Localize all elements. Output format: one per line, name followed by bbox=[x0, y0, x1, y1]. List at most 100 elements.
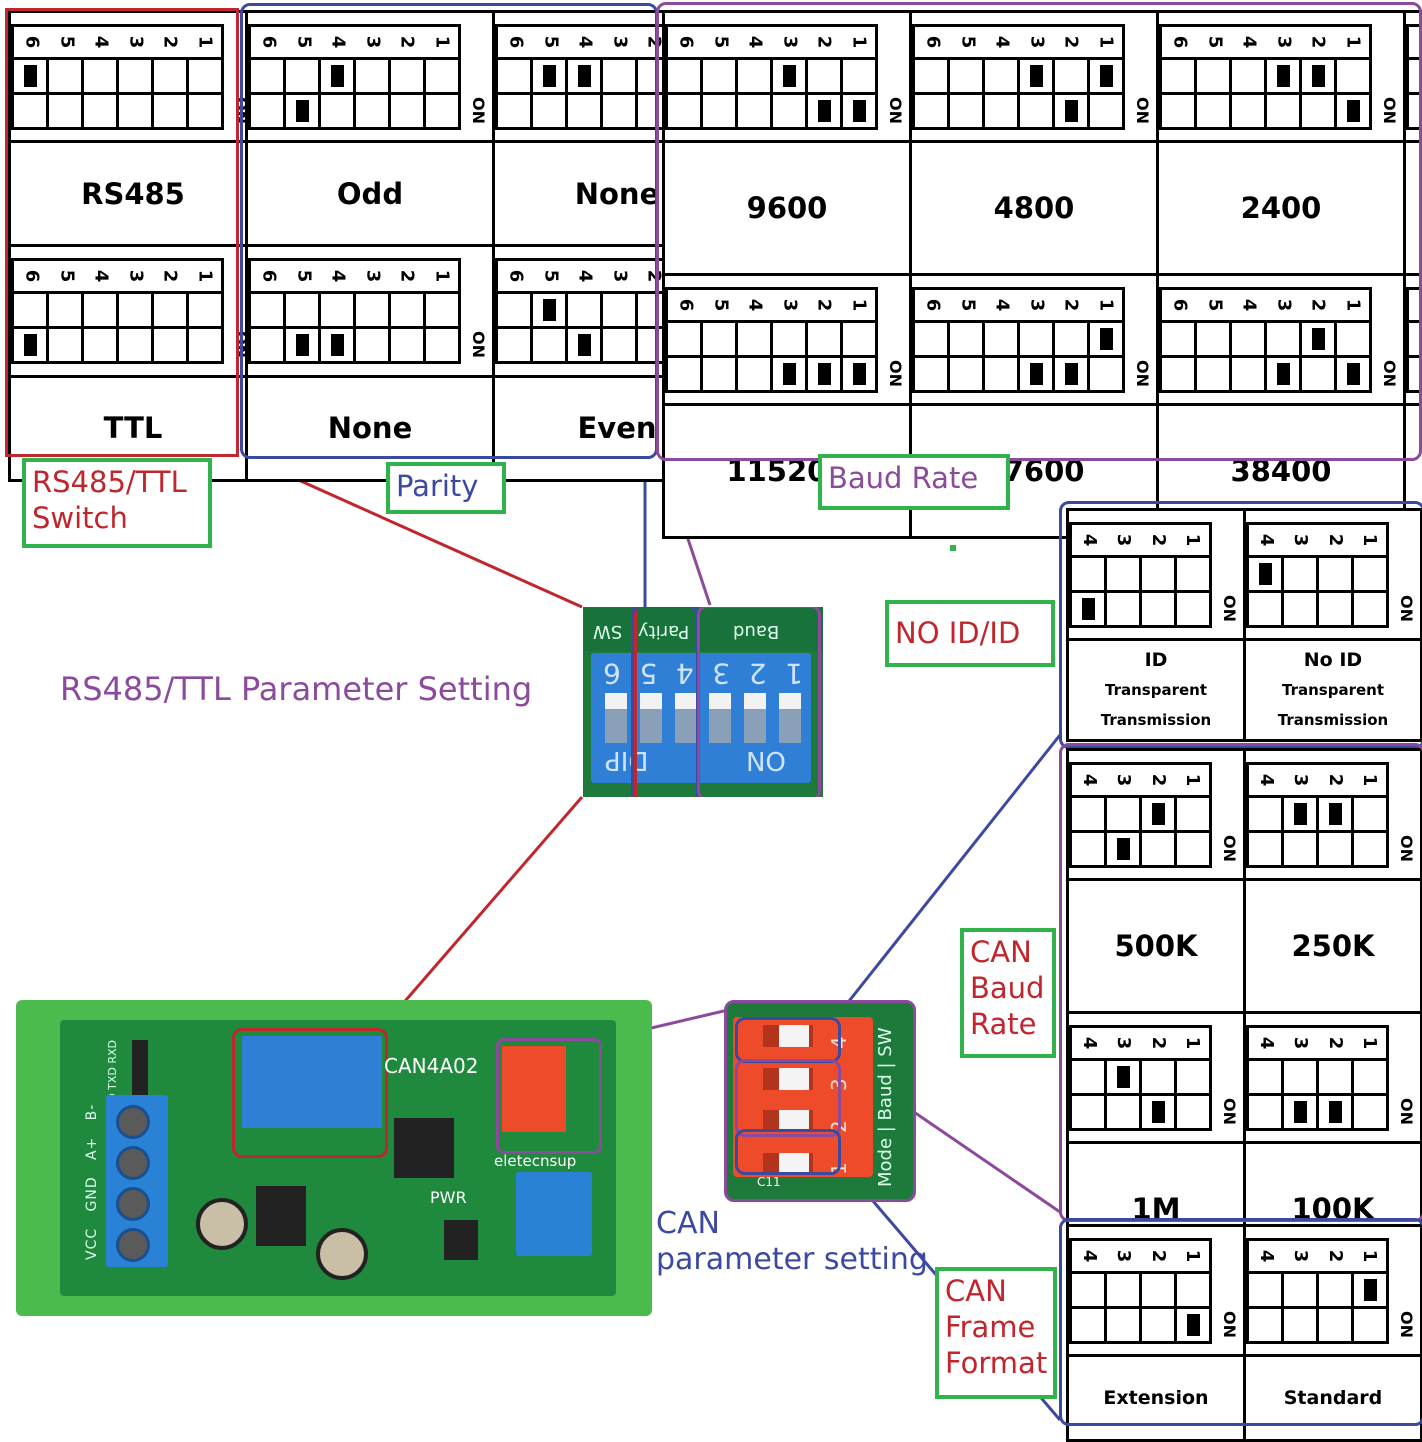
switch-number: 5 bbox=[55, 35, 77, 48]
dip-switch-diagram: 4321 bbox=[1246, 1237, 1389, 1344]
option-value: 4800 bbox=[993, 191, 1075, 226]
switch-position-empty bbox=[423, 294, 458, 327]
switch-number: 4 bbox=[1256, 773, 1278, 786]
switch-number: 1 bbox=[193, 269, 215, 283]
switch-position-empty bbox=[81, 294, 116, 327]
switch-position-empty bbox=[251, 60, 283, 92]
switch-position-set bbox=[840, 357, 875, 390]
board-model: CAN4A02 bbox=[384, 1054, 479, 1078]
switch-position-empty bbox=[1104, 797, 1139, 830]
switch-position-empty bbox=[151, 294, 186, 327]
switch-number: 2 bbox=[1147, 533, 1169, 546]
dip-diagram: 4 3 2 1 ON bbox=[1246, 761, 1420, 868]
switch-position-empty bbox=[1072, 1274, 1104, 1306]
switch-position-empty bbox=[1162, 358, 1194, 390]
on-label: ON bbox=[1220, 594, 1239, 622]
switch-position-empty bbox=[1351, 592, 1386, 625]
switch-position-empty bbox=[116, 294, 151, 327]
dip-switch-diagram: 654321 bbox=[912, 286, 1125, 393]
switch-number: 5 bbox=[539, 35, 561, 48]
switch-position-empty bbox=[186, 94, 221, 127]
switch-position-empty bbox=[498, 329, 530, 361]
dip-cell: 6 5 4 3 2 1 ON bbox=[8, 244, 258, 378]
on-label: ON bbox=[1380, 359, 1399, 387]
switch-position-empty bbox=[668, 358, 700, 390]
switch-number: 5 bbox=[1203, 35, 1225, 48]
switch-position-empty bbox=[1281, 1060, 1316, 1093]
switch-position-set bbox=[1299, 322, 1334, 355]
switch-position-empty bbox=[151, 329, 186, 362]
dip-switch-diagram: 654321 bbox=[1406, 23, 1422, 130]
dip-diagram: 4 3 2 1 ON bbox=[1069, 1024, 1243, 1131]
mcu-chip bbox=[394, 1118, 454, 1178]
switch-number: 3 bbox=[1113, 773, 1135, 786]
switch-position-empty bbox=[1249, 1096, 1281, 1128]
switch-number: 3 bbox=[1290, 533, 1312, 546]
switch-position-empty bbox=[1139, 592, 1174, 625]
switch-number: 1 bbox=[1181, 1036, 1203, 1049]
switch-position-empty bbox=[1351, 1095, 1386, 1128]
on-label: ON bbox=[886, 96, 905, 124]
switch-position-empty bbox=[283, 294, 318, 327]
switch-position-set bbox=[770, 59, 805, 92]
switch-position-empty bbox=[1281, 557, 1316, 590]
switch-position-set bbox=[1017, 59, 1052, 92]
dip-diagram: 4 3 2 1 ON bbox=[1246, 1237, 1420, 1344]
switch-position-empty bbox=[1351, 557, 1386, 590]
switch-number: 6 bbox=[505, 269, 527, 283]
switch-position-empty bbox=[353, 59, 388, 92]
switch-position-set bbox=[530, 59, 565, 92]
switch-number: 4 bbox=[827, 1036, 851, 1049]
switch-position-empty bbox=[600, 329, 635, 362]
option-value: 2400 bbox=[1240, 191, 1322, 226]
can-frame-table: 4321ON 4321ON Location Extension Standar… bbox=[1066, 1223, 1422, 1442]
switch-number: 1 bbox=[430, 269, 452, 283]
blue-dip-body: 123456 DIP ON bbox=[591, 653, 811, 783]
switch-number: 3 bbox=[712, 657, 731, 690]
switch-number: 3 bbox=[1290, 1249, 1312, 1262]
switch-position-empty bbox=[1104, 1308, 1139, 1341]
switch-position-empty bbox=[1072, 558, 1104, 590]
terminal-block-right bbox=[516, 1172, 592, 1256]
switch-number: 6 bbox=[258, 35, 280, 48]
switch-number: 2 bbox=[827, 1120, 851, 1133]
board-red-dip bbox=[502, 1046, 566, 1132]
on-label: ON bbox=[886, 359, 905, 387]
switch-number: 2 bbox=[396, 35, 418, 48]
switch-position-set bbox=[1072, 593, 1104, 625]
option-value: 38400 bbox=[1230, 453, 1332, 488]
switch-number: 4 bbox=[744, 298, 766, 311]
rs485-ttl-switch-label: RS485/TTL Switch bbox=[22, 458, 212, 548]
dip-diagram: 654321ON bbox=[1406, 286, 1422, 393]
decorative-dot bbox=[950, 545, 956, 551]
switch-position-empty bbox=[498, 95, 530, 127]
switch-position-set bbox=[1334, 357, 1369, 390]
dip-diagram: 654321ON bbox=[912, 286, 1156, 393]
switch-position-empty bbox=[915, 358, 947, 390]
dip-diagram: 4 3 2 1 ON bbox=[1246, 521, 1420, 628]
switch-number: 4 bbox=[574, 35, 596, 48]
dip-diagram: 654321ON bbox=[1159, 23, 1403, 130]
switch-position-empty bbox=[388, 329, 423, 362]
switch-position-empty bbox=[735, 357, 770, 390]
switch-number: 4 bbox=[991, 298, 1013, 311]
switch-position-empty bbox=[1281, 1308, 1316, 1341]
switch-position-empty bbox=[735, 59, 770, 92]
switch-position-empty bbox=[14, 294, 46, 326]
switch-position-empty bbox=[1249, 593, 1281, 625]
switch-number: 5 bbox=[292, 269, 314, 283]
switch-number: 3 bbox=[1272, 35, 1294, 48]
switch-position-empty bbox=[1351, 832, 1386, 865]
switch-position-empty bbox=[1104, 1095, 1139, 1128]
switch-number: 3 bbox=[778, 298, 800, 311]
on-label: ON bbox=[1220, 1097, 1239, 1125]
silk-mode: Mode bbox=[875, 1137, 896, 1187]
switch-number: 2 bbox=[1324, 1249, 1346, 1262]
switch-position-set bbox=[1052, 94, 1087, 127]
switch-position-empty bbox=[982, 357, 1017, 390]
silk-baud: Baud bbox=[733, 621, 780, 642]
switch-position-empty bbox=[530, 94, 565, 127]
switch-number: 1 bbox=[1341, 35, 1363, 48]
switch-number: 3 bbox=[827, 1078, 851, 1091]
switch-position-empty bbox=[1017, 322, 1052, 355]
